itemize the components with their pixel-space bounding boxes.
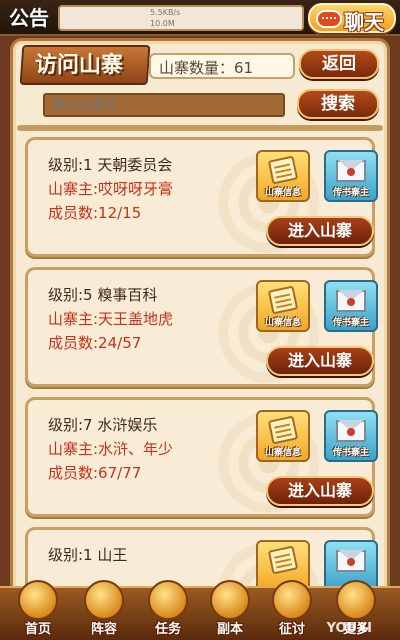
dungeon-icon xyxy=(210,580,250,620)
stronghold-members: 成员数:67/77 xyxy=(48,464,142,482)
stronghold-owner: 山寨主:水浒、年少 xyxy=(48,440,174,458)
stronghold-card: 级别:5 糗事百科 山寨主:天王盖地虎 成员数:24/57 山寨信息 传书寨主 … xyxy=(25,267,378,387)
nav-item-task[interactable]: 任务 xyxy=(138,580,198,640)
scroll-icon xyxy=(267,285,299,315)
envelope-icon xyxy=(336,160,366,182)
nav-label: 副本 xyxy=(216,622,243,637)
stronghold-info-button[interactable]: 山寨信息 xyxy=(256,280,310,332)
bottom-nav: 首页 阵容 任务 副本 征讨 更多 YOUXI xyxy=(0,580,400,640)
stronghold-level-name: 级别:1 山王 xyxy=(48,546,128,564)
stronghold-owner: 山寨主:哎呀呀牙膏 xyxy=(48,180,174,198)
watermark: YOUXI xyxy=(326,621,372,636)
stronghold-info-label: 山寨信息 xyxy=(264,318,301,328)
net-size: 10.0M xyxy=(150,19,175,28)
message-owner-button[interactable]: 传书寨主 xyxy=(324,150,378,202)
task-icon xyxy=(148,580,188,620)
notice-box[interactable]: 5.5KB/s 10.0M xyxy=(58,5,304,31)
search-button[interactable]: 搜索 xyxy=(297,89,379,119)
stronghold-count: 山寨数量：61 xyxy=(159,59,254,77)
notice-label[interactable]: 公告 xyxy=(4,4,54,32)
stronghold-info-button[interactable]: 山寨信息 xyxy=(256,410,310,462)
nav-label: 阵容 xyxy=(90,622,117,637)
stronghold-level-name: 级别:5 糗事百科 xyxy=(48,286,158,304)
nav-label: 首页 xyxy=(24,622,51,637)
message-owner-label: 传书寨主 xyxy=(332,188,369,198)
chat-bubble-icon xyxy=(316,10,342,28)
home-icon xyxy=(18,580,58,620)
stronghold-owner: 山寨主:天王盖地虎 xyxy=(48,310,174,328)
nav-item-lineup[interactable]: 阵容 xyxy=(74,580,134,640)
stronghold-search-input[interactable] xyxy=(43,93,285,117)
envelope-icon xyxy=(336,550,366,572)
stronghold-card: 级别:1 天朝委员会 山寨主:哎呀呀牙膏 成员数:12/15 山寨信息 传书寨主… xyxy=(25,137,378,257)
nav-label: 征讨 xyxy=(278,622,305,637)
nav-item-dungeon[interactable]: 副本 xyxy=(200,580,260,640)
chat-button-label: 聊天 xyxy=(344,10,384,34)
scroll-icon xyxy=(267,155,299,185)
net-speed: 5.5KB/s xyxy=(150,8,181,17)
stronghold-members: 成员数:12/15 xyxy=(48,204,142,222)
enter-stronghold-button[interactable]: 进入山寨 xyxy=(266,476,374,506)
top-bar: 公告 5.5KB/s 10.0M 聊天 xyxy=(0,0,400,36)
stronghold-info-button[interactable]: 山寨信息 xyxy=(256,150,310,202)
nav-item-home[interactable]: 首页 xyxy=(8,580,68,640)
enter-stronghold-button[interactable]: 进入山寨 xyxy=(266,346,374,376)
page-title: 访问山寨 xyxy=(35,53,124,78)
visit-stronghold-panel: 访问山寨 山寨数量：61 返回 搜索 级别:1 天朝委员会 山寨主:哎呀呀牙膏 … xyxy=(10,38,390,598)
stronghold-count-box: 山寨数量：61 xyxy=(149,53,295,79)
stronghold-info-label: 山寨信息 xyxy=(264,448,301,458)
message-owner-button[interactable]: 传书寨主 xyxy=(324,410,378,462)
lineup-icon xyxy=(84,580,124,620)
stronghold-level-name: 级别:7 水浒娱乐 xyxy=(48,416,158,434)
divider xyxy=(17,125,383,131)
nav-label: 任务 xyxy=(154,622,181,637)
stronghold-info-label: 山寨信息 xyxy=(264,188,301,198)
scroll-icon xyxy=(267,545,299,575)
chat-button[interactable]: 聊天 xyxy=(308,3,396,34)
more-icon xyxy=(336,580,376,620)
scroll-icon xyxy=(267,415,299,445)
nav-item-attack[interactable]: 征讨 xyxy=(262,580,322,640)
message-owner-label: 传书寨主 xyxy=(332,318,369,328)
envelope-icon xyxy=(336,290,366,312)
back-button[interactable]: 返回 xyxy=(299,49,379,79)
attack-icon xyxy=(272,580,312,620)
enter-stronghold-button[interactable]: 进入山寨 xyxy=(266,216,374,246)
stronghold-members: 成员数:24/57 xyxy=(48,334,142,352)
stronghold-level-name: 级别:1 天朝委员会 xyxy=(48,156,173,174)
envelope-icon xyxy=(336,420,366,442)
message-owner-button[interactable]: 传书寨主 xyxy=(324,280,378,332)
stronghold-list[interactable]: 级别:1 天朝委员会 山寨主:哎呀呀牙膏 成员数:12/15 山寨信息 传书寨主… xyxy=(13,133,387,595)
message-owner-label: 传书寨主 xyxy=(332,448,369,458)
stronghold-card: 级别:7 水浒娱乐 山寨主:水浒、年少 成员数:67/77 山寨信息 传书寨主 … xyxy=(25,397,378,517)
